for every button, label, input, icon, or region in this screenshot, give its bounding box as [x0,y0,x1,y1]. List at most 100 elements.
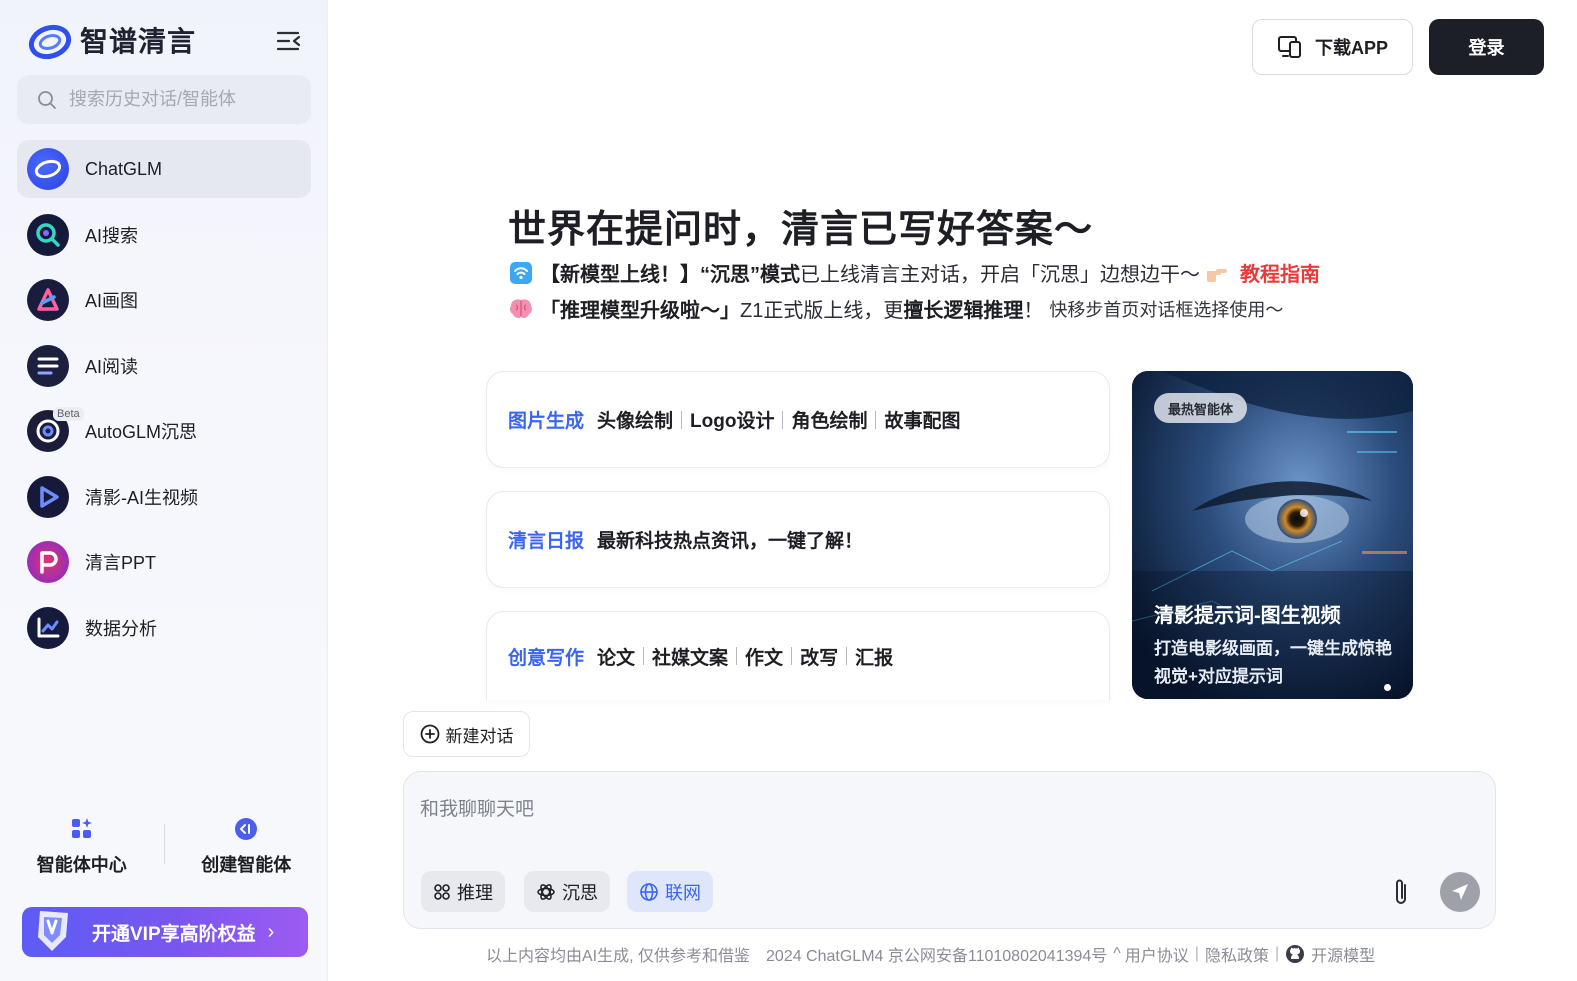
attach-file-button[interactable] [1386,876,1416,908]
github-icon [1286,945,1305,963]
ai-reading-icon [27,344,69,387]
sidebar-item-label: 数据分析 [85,618,157,639]
hero-title: 世界在提问时，清言已写好答案～ [508,209,1094,251]
sidebar-item-ai-drawing[interactable]: AI画图 [17,271,311,329]
video-play-icon [27,475,69,518]
agent-center-button[interactable]: 智能体中心 [0,812,164,882]
send-icon [1452,884,1468,900]
card-category[interactable]: 清言日报 [508,526,584,553]
plus-circle-icon [420,724,439,744]
atom-icon [537,883,555,900]
sidebar-item-label: AI搜索 [85,225,139,246]
search-icon [38,90,56,109]
card-item[interactable]: 改写 [800,643,838,670]
notice-reasoning-upgrade: 「推理模型升级啦～」 Z1正式版上线，更 擅长逻辑推理 ！ 快移步首页对话框选择… [508,294,1283,323]
search-input[interactable] [69,89,289,110]
create-agent-button[interactable]: 创建智能体 [165,812,329,882]
notice-bold: 【新模型上线！】“沉思”模式 [540,264,800,286]
sidebar-item-autoglm[interactable]: Beta AutoGLM沉思 [17,402,311,460]
create-agent-icon [235,818,258,840]
brand[interactable]: 智谱清言 [28,20,196,60]
collapse-sidebar-button[interactable] [274,26,304,56]
card-item[interactable]: 论文 [597,643,635,670]
card-item[interactable]: Logo设计 [690,406,774,433]
wifi-signal-icon [508,260,534,286]
footer: 以上内容均由AI生成, 仅供参考和借鉴 2024 ChatGLM4 京公网安备1… [486,942,1375,966]
notice-text: 已上线清言主对话，开启「沉思」边想边干～ [800,264,1200,286]
chat-input-box: 推理 沉思 联网 [403,771,1496,929]
card-item[interactable]: 汇报 [855,643,893,670]
divider [782,410,784,429]
apps-grid-icon [71,818,92,838]
hot-agent-badge: 最热智能体 [1154,393,1248,423]
mode-web-search-button[interactable]: 联网 [627,871,713,912]
card-item[interactable]: 作文 [745,643,783,670]
divider [681,410,683,429]
chat-input[interactable] [420,794,1420,854]
mode-label: 推理 [457,882,493,903]
sidebar-item-qingying-video[interactable]: 清影-AI生视频 [17,468,311,526]
suggestion-card-creative-writing: 创意写作 论文 社媒文案 作文 改写 汇报 [486,611,1110,700]
suggestion-card-daily-news: 清言日报 最新科技热点资讯，一键了解！ [486,491,1110,588]
divider [643,647,645,665]
notice-bold: 「推理模型升级啦～」 [540,300,740,322]
notice-text: ！ [1023,300,1044,322]
chevron-right-icon: › [267,920,275,943]
featured-agent-card[interactable]: 最热智能体 清影提示词-图生视频 打造电影级画面，一键生成惊艳视觉+对应提示词 [1132,371,1413,699]
zhipu-logo-icon [28,24,72,60]
ai-search-icon [27,213,69,256]
sidebar-item-label: 清言PPT [85,553,157,573]
vip-gem-icon [38,911,68,951]
divider [875,410,877,429]
mode-deep-think-button[interactable]: 沉思 [524,871,610,912]
privacy-policy-link[interactable]: 隐私政策 [1205,942,1269,966]
sidebar-item-label: AutoGLM沉思 [85,422,198,442]
mode-reasoning-button[interactable]: 推理 [421,871,505,912]
carousel-dot[interactable] [1384,684,1391,691]
sidebar-item-ppt[interactable]: 清言PPT [17,533,311,591]
globe-icon [640,882,658,901]
card-category[interactable]: 图片生成 [508,406,584,433]
sidebar: 智谱清言 ChatGLM AI搜索 [0,0,328,981]
mode-label: 沉思 [562,882,598,903]
brain-icon [508,296,534,322]
new-chat-button[interactable]: 新建对话 [403,711,530,757]
card-item[interactable]: 角色绘制 [791,406,867,433]
card-category[interactable]: 创意写作 [508,643,584,670]
promo-title: 清影提示词-图生视频 [1154,605,1341,627]
create-agent-label: 创建智能体 [201,855,292,875]
collapse-menu-icon [276,31,301,51]
copyright-text: 2024 ChatGLM4 京公网安备11010802041394号 [766,948,1108,965]
agent-center-label: 智能体中心 [36,855,127,875]
sidebar-bottom-actions: 智能体中心 创建智能体 [0,812,328,882]
vip-upgrade-button[interactable]: 开通VIP享高阶权益 › [22,907,308,957]
search-box[interactable] [17,75,311,124]
notice-small-text: 快移步首页对话框选择使用～ [1049,299,1284,320]
sidebar-item-chatglm[interactable]: ChatGLM [17,140,311,198]
sidebar-item-label: 清影-AI生视频 [85,487,199,508]
card-item[interactable]: 社媒文案 [652,643,728,670]
sidebar-item-ai-search[interactable]: AI搜索 [17,206,311,264]
chatglm-icon [27,148,69,190]
download-app-button[interactable]: 下载APP [1252,19,1413,75]
chart-icon [27,606,69,649]
card-item[interactable]: 头像绘制 [597,406,673,433]
card-item[interactable]: 最新科技热点资讯，一键了解！ [597,526,863,553]
ai-disclaimer: 以上内容均由AI生成, 仅供参考和借鉴 [486,948,751,965]
paperclip-icon [1396,879,1406,904]
tutorial-link[interactable]: 教程指南 [1240,258,1320,287]
suggestion-card-image-gen: 图片生成 头像绘制 Logo设计 角色绘制 故事配图 [486,371,1110,468]
mode-label: 联网 [665,882,701,903]
login-button[interactable]: 登录 [1429,19,1544,75]
sidebar-item-ai-reading[interactable]: AI阅读 [17,337,311,395]
caret-up-icon: ^ [1113,945,1121,962]
ai-drawing-icon [27,279,69,321]
divider [736,647,738,665]
card-item[interactable]: 故事配图 [884,406,960,433]
divider [791,647,793,665]
user-agreement-link[interactable]: 用户协议 [1125,942,1189,966]
sidebar-item-data-analysis[interactable]: 数据分析 [17,599,311,657]
open-source-link[interactable]: 开源模型 [1311,942,1375,966]
send-button[interactable] [1440,872,1480,912]
new-chat-label: 新建对话 [445,726,514,746]
